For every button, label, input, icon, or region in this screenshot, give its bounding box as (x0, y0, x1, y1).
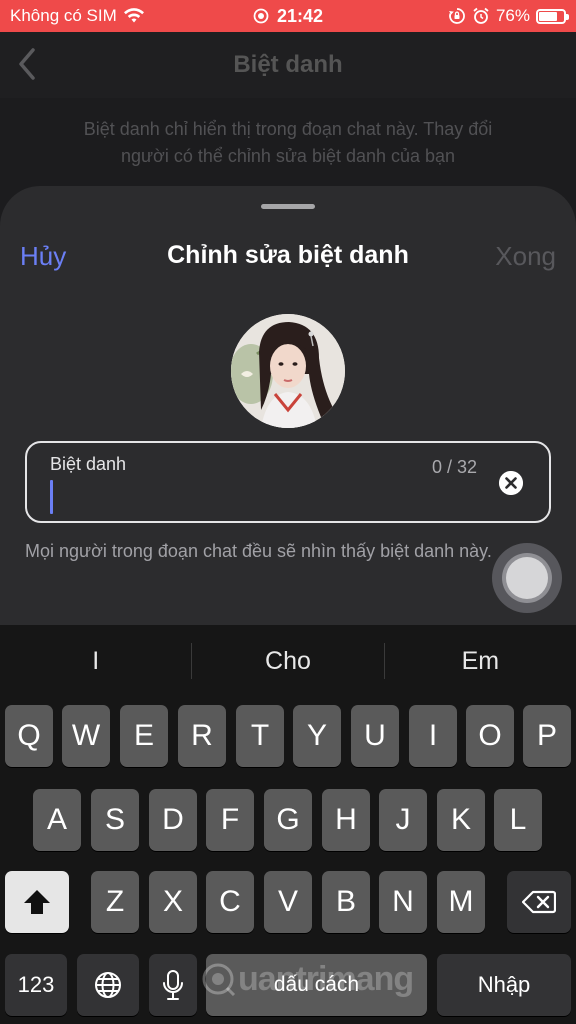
assistive-touch-inner (506, 557, 548, 599)
clock: 21:42 (276, 5, 324, 26)
key-k[interactable]: K (437, 789, 485, 851)
key-g[interactable]: G (264, 789, 312, 851)
recording-icon (253, 8, 269, 24)
key-v[interactable]: V (264, 871, 312, 933)
key-y[interactable]: Y (293, 705, 341, 767)
shift-arrow-icon (24, 890, 50, 914)
status-bar: Không có SIM 21:42 76% (0, 0, 576, 32)
key-h[interactable]: H (322, 789, 370, 851)
alarm-icon (473, 7, 489, 24)
key-m[interactable]: M (437, 871, 485, 933)
status-center: 21:42 (210, 6, 366, 27)
status-left: Không có SIM (10, 6, 210, 26)
battery-fill (539, 11, 558, 21)
key-o[interactable]: O (466, 705, 514, 767)
key-e[interactable]: E (120, 705, 168, 767)
page-title: Biệt danh (233, 51, 343, 78)
backspace-key[interactable] (507, 871, 571, 933)
key-f[interactable]: F (206, 789, 254, 851)
sheet-title: Chỉnh sửa biệt danh (167, 241, 409, 269)
key-n[interactable]: N (379, 871, 427, 933)
wifi-icon (123, 8, 144, 23)
status-right: 76% (366, 6, 569, 26)
globe-key[interactable] (77, 954, 139, 1016)
suggestion-item[interactable]: Em (385, 647, 576, 676)
microphone-icon (163, 970, 183, 1000)
key-l[interactable]: L (494, 789, 542, 851)
close-circle-icon[interactable] (499, 471, 523, 495)
edit-nickname-sheet: Hủy Chỉnh sửa biệt danh Xong Biệt danh 0… (0, 186, 576, 636)
key-p[interactable]: P (523, 705, 571, 767)
battery-percent: 76% (495, 6, 530, 25)
key-j[interactable]: J (379, 789, 427, 851)
keyboard: I Cho Em Q W E R T Y U I O P A S D F G H… (0, 625, 576, 1024)
key-c[interactable]: C (206, 871, 254, 933)
suggestion-bar: I Cho Em (0, 625, 576, 697)
avatar (231, 314, 345, 428)
dictation-key[interactable] (149, 954, 197, 1016)
chevron-left-icon[interactable] (12, 46, 42, 82)
sheet-grabber[interactable] (261, 204, 315, 209)
text-caret (50, 480, 53, 514)
return-key[interactable]: Nhập (437, 954, 571, 1016)
assistive-touch-button[interactable] (492, 543, 562, 613)
key-a[interactable]: A (33, 789, 81, 851)
key-t[interactable]: T (236, 705, 284, 767)
page-description: Biệt danh chỉ hiển thị trong đoạn chat n… (83, 119, 493, 166)
key-z[interactable]: Z (91, 871, 139, 933)
key-q[interactable]: Q (5, 705, 53, 767)
key-x[interactable]: X (149, 871, 197, 933)
key-i[interactable]: I (409, 705, 457, 767)
page-header: Biệt danh (0, 32, 576, 98)
avatar-image (231, 314, 345, 428)
nickname-field-label: Biệt danh (50, 454, 127, 474)
key-r[interactable]: R (178, 705, 226, 767)
backspace-icon (522, 890, 556, 914)
suggestion-item[interactable]: I (0, 647, 191, 676)
key-d[interactable]: D (149, 789, 197, 851)
key-s[interactable]: S (91, 789, 139, 851)
suggestion-item[interactable]: Cho (192, 647, 383, 676)
nickname-hint: Mọi người trong đoạn chat đều sẽ nhìn th… (25, 541, 492, 561)
carrier-text: Không có SIM (10, 6, 117, 25)
space-key[interactable]: dấu cách (206, 954, 427, 1016)
orientation-lock-icon (448, 8, 465, 24)
key-b[interactable]: B (322, 871, 370, 933)
shift-key[interactable] (5, 871, 69, 933)
done-button[interactable]: Xong (495, 241, 556, 272)
nickname-field[interactable]: Biệt danh 0 / 32 (25, 441, 551, 523)
key-w[interactable]: W (62, 705, 110, 767)
key-u[interactable]: U (351, 705, 399, 767)
battery-icon (536, 8, 569, 24)
globe-icon (95, 972, 121, 998)
character-counter: 0 / 32 (431, 457, 477, 477)
numbers-key[interactable]: 123 (5, 954, 67, 1016)
